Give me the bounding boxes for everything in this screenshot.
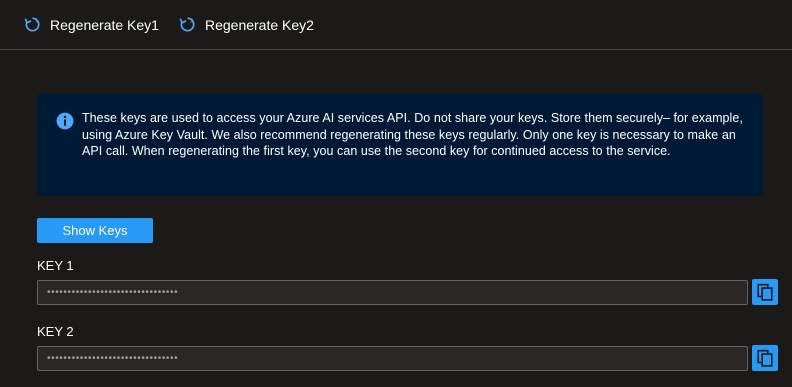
copy-key2-button[interactable] (752, 345, 778, 371)
copy-key1-button[interactable] (752, 279, 778, 305)
copy-icon (757, 283, 773, 301)
svg-text:2: 2 (190, 18, 193, 24)
refresh-icon: 2 (179, 17, 195, 32)
key2-label: KEY 2 (37, 324, 74, 339)
regenerate-key2-button[interactable]: 2 Regenerate Key2 (179, 9, 314, 41)
key1-label: KEY 1 (37, 258, 74, 273)
command-bar: 1 Regenerate Key1 2 Regenerate Key2 (0, 0, 792, 50)
copy-icon (757, 349, 773, 367)
regenerate-key1-label: Regenerate Key1 (50, 16, 159, 33)
svg-text:1: 1 (35, 18, 38, 24)
info-message-bar: These keys are used to access your Azure… (37, 94, 763, 196)
refresh-icon: 1 (24, 17, 40, 32)
key1-field[interactable] (37, 280, 748, 305)
show-keys-button[interactable]: Show Keys (37, 218, 153, 243)
regenerate-key1-button[interactable]: 1 Regenerate Key1 (24, 9, 159, 41)
info-message-text: These keys are used to access your Azure… (82, 111, 743, 158)
key2-field[interactable] (37, 346, 748, 371)
regenerate-key2-label: Regenerate Key2 (204, 16, 314, 33)
info-icon (56, 112, 74, 130)
